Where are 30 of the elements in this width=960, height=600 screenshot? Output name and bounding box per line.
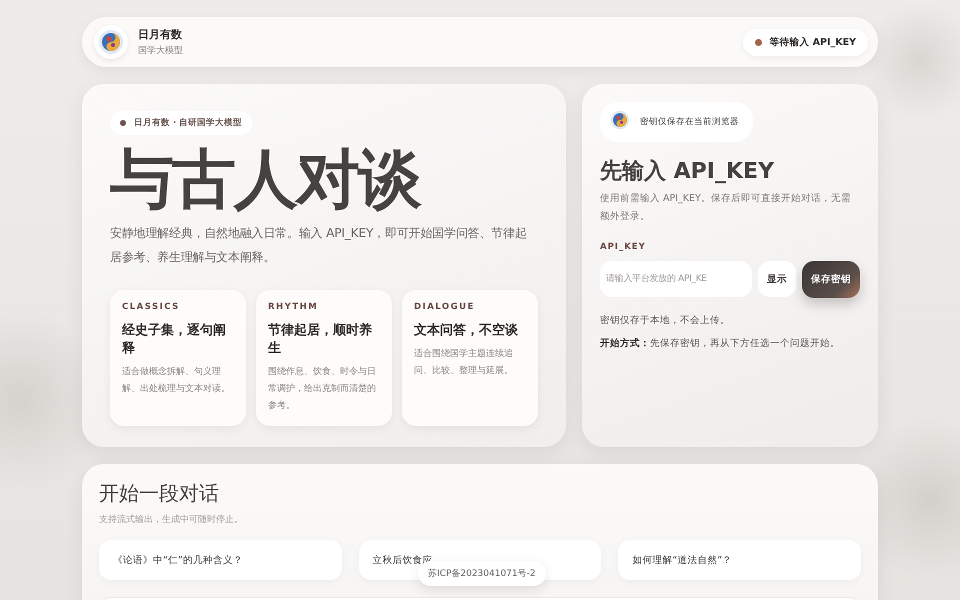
panel-description: 使用前需输入 API_KEY。保存后即可直接开始对话，无需额外登录。 xyxy=(600,192,852,224)
feature-tag: CLASSICS xyxy=(122,302,234,312)
hero-description: 安静地理解经典，自然地融入日常。输入 API_KEY，即可开始国学问答、节律起居参考、养生理解与文本阐释。 xyxy=(110,225,528,266)
section-title: 开始一段对话 xyxy=(99,480,220,507)
bullet-icon xyxy=(120,120,126,126)
panel-title: 先输入 API_KEY xyxy=(600,158,774,186)
feature-tag: DIALOGUE xyxy=(414,302,526,312)
save-key-button[interactable]: 保存密钥 xyxy=(802,261,860,298)
feature-tag: RHYTHM xyxy=(268,302,380,312)
notice-text: 密钥仅保存在当前浏览器 xyxy=(640,116,739,128)
feature-title: 节律起居，顺时养生 xyxy=(268,322,373,358)
feature-text: 围绕作息、饮食、时令与日常调护，给出克制而清楚的参考。 xyxy=(268,366,377,413)
badge-text: 日月有数 · 自研国学大模型 xyxy=(134,117,242,129)
section-subtitle: 支持流式输出，生成中可随时停止。 xyxy=(99,514,244,526)
field-label: API_KEY xyxy=(600,242,646,252)
hero-title: 与古人对谈 xyxy=(110,145,422,215)
suggestion-button[interactable]: 如何理解“道法自然”？ xyxy=(618,540,862,580)
storage-note: 密钥仅存于本地，不会上传。 xyxy=(600,314,730,327)
feature-text: 适合围绕国学主题连续追问、比较、整理与延展。 xyxy=(414,348,514,378)
feature-title: 经史子集，逐句阐释 xyxy=(122,322,227,358)
feature-text: 适合做概念拆解、句义理解、出处梳理与文本对读。 xyxy=(122,366,231,396)
status-label: 等待输入 API_KEY xyxy=(769,36,856,48)
show-button[interactable]: 显示 xyxy=(758,261,796,297)
how-to-start: 开始方式：先保存密钥，再从下方任选一个问题开始。 xyxy=(600,337,840,350)
feature-title: 文本问答，不空谈 xyxy=(414,322,519,340)
logo-icon xyxy=(94,25,128,59)
suggestion-button[interactable]: 《论语》中“仁”的几种含义？ xyxy=(99,540,342,580)
brand-subtitle: 国学大模型 xyxy=(138,44,183,57)
api-key-field[interactable]: 请输入平台发放的 API_KE xyxy=(600,261,752,297)
brand-name: 日月有数 xyxy=(138,27,183,42)
